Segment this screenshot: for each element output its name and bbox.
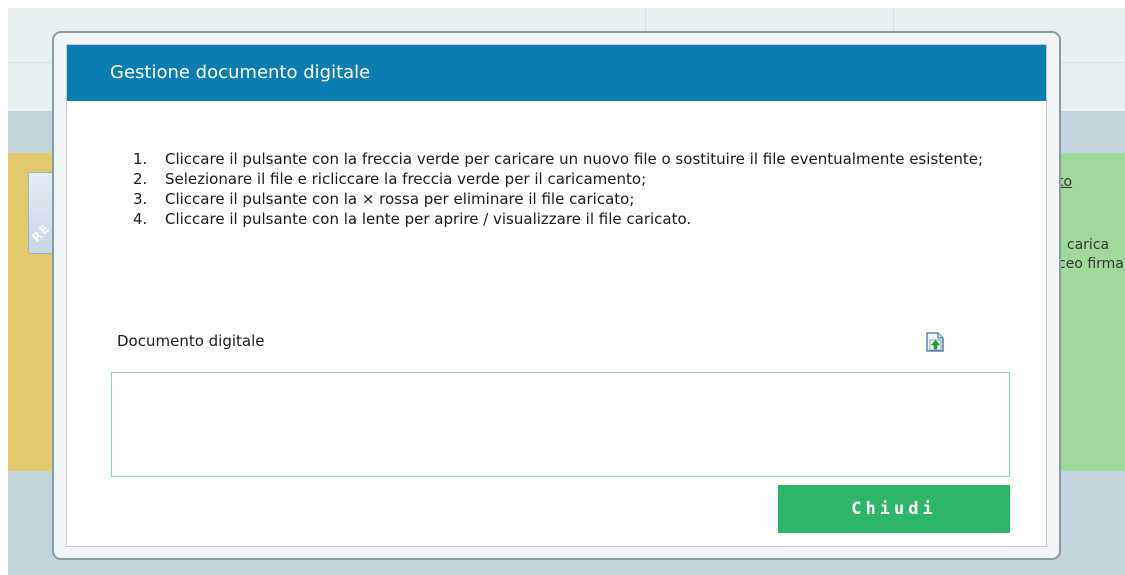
dialog-title: Gestione documento digitale xyxy=(110,62,371,83)
instruction-number: 3. xyxy=(133,190,148,208)
document-label: Documento digitale xyxy=(117,332,265,350)
instruction-number: 1. xyxy=(133,150,148,168)
background-text: , carica xyxy=(1058,237,1110,253)
instruction-number: 4. xyxy=(133,210,148,228)
document-drop-area[interactable] xyxy=(111,372,1010,477)
instruction-text: Selezionare il file e ricliccare la frec… xyxy=(165,170,647,188)
instructions-list: 1. Cliccare il pulsante con la freccia v… xyxy=(133,149,1009,229)
upload-file-icon xyxy=(926,332,944,352)
instruction-item: 3. Cliccare il pulsante con la × rossa p… xyxy=(133,189,1009,209)
upload-file-button[interactable] xyxy=(924,331,946,353)
close-button[interactable]: Chiudi xyxy=(778,485,1010,533)
instruction-text: Cliccare il pulsante con la × rossa per … xyxy=(165,190,635,208)
instruction-item: 1. Cliccare il pulsante con la freccia v… xyxy=(133,149,1009,169)
instruction-text: Cliccare il pulsante con la freccia verd… xyxy=(165,150,984,168)
dialog-header: Gestione documento digitale xyxy=(67,45,1046,101)
instruction-item: 4. Cliccare il pulsante con la lente per… xyxy=(133,209,1009,229)
instruction-item: 2. Selezionare il file e ricliccare la f… xyxy=(133,169,1009,189)
instruction-text: Cliccare il pulsante con la lente per ap… xyxy=(165,210,692,228)
background-tab-label: RE xyxy=(29,221,53,245)
document-dialog: Gestione documento digitale 1. Cliccare … xyxy=(66,44,1047,547)
instruction-number: 2. xyxy=(133,170,148,188)
background-text: ceo firma xyxy=(1058,256,1124,272)
